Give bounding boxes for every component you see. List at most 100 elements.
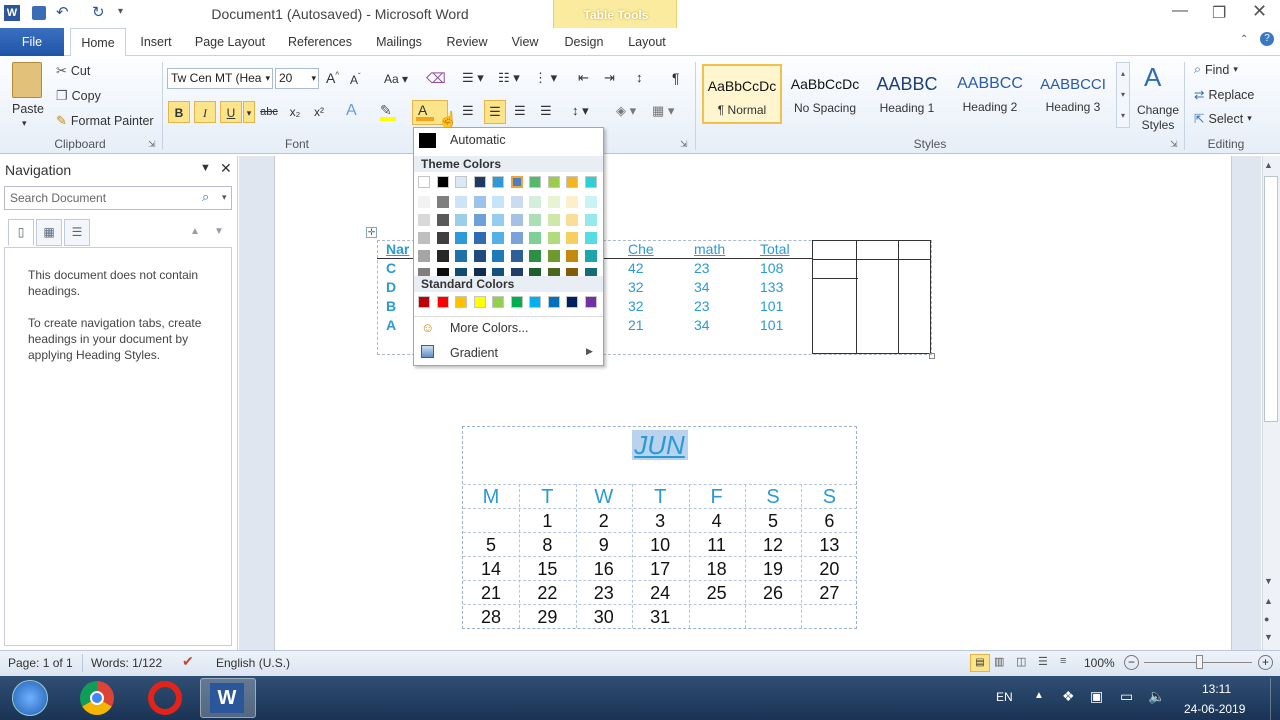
theme-shade-swatch[interactable] <box>584 214 597 226</box>
more-colors-option[interactable]: More Colors... <box>450 321 529 335</box>
calendar-date-cell[interactable]: 10 <box>632 535 688 556</box>
theme-shade-swatch[interactable] <box>510 214 523 226</box>
theme-shade-swatch[interactable] <box>436 214 449 226</box>
tab-mailings[interactable]: Mailings <box>368 28 430 56</box>
theme-shade-swatch[interactable] <box>529 250 541 262</box>
pane-options-icon[interactable]: ▼ <box>200 162 211 174</box>
browse-object-icon[interactable]: ● <box>1264 614 1269 624</box>
theme-shade-swatch[interactable] <box>418 214 430 226</box>
style-heading-3[interactable]: AABBCCI Heading 3 <box>1033 64 1113 124</box>
tab-page-layout[interactable]: Page Layout <box>190 28 270 56</box>
table-right-cells[interactable] <box>812 240 931 354</box>
zoom-out-icon[interactable]: − <box>1124 655 1139 670</box>
underline-dropdown-icon[interactable]: ▾ <box>243 101 255 123</box>
cut-button[interactable]: ✂ Cut <box>56 63 90 79</box>
styles-scroll[interactable]: ▴ ▾ ▾ <box>1116 62 1130 128</box>
show-desktop-button[interactable] <box>1270 678 1280 720</box>
shrink-font-button[interactable]: Aˇ <box>350 72 361 87</box>
proofing-icon[interactable]: ✔ <box>182 653 194 670</box>
minimize-icon[interactable]: — <box>1172 2 1188 20</box>
line-spacing-icon[interactable]: ↕ ▾ <box>572 103 589 119</box>
theme-shade-swatch[interactable] <box>510 232 523 244</box>
table-cell[interactable]: 23 <box>694 259 710 278</box>
close-pane-icon[interactable]: ✕ <box>220 160 232 177</box>
calendar-date-cell[interactable]: 21 <box>463 583 519 604</box>
calendar-date-cell[interactable]: 5 <box>745 511 801 532</box>
calendar-date-cell[interactable]: 11 <box>689 535 745 556</box>
theme-shade-swatch[interactable] <box>418 232 430 244</box>
bullets-icon[interactable]: ☰ ▾ <box>462 70 484 86</box>
theme-shade-swatch[interactable] <box>492 232 504 244</box>
table-cell[interactable]: 101 <box>760 316 783 335</box>
scroll-down-icon[interactable]: ▼ <box>1264 576 1273 586</box>
tab-design[interactable]: Design <box>556 28 612 56</box>
font-size-combo[interactable]: 20 ▾ <box>275 68 319 89</box>
table-move-handle-icon[interactable]: ✛ <box>366 227 377 238</box>
theme-shade-swatch[interactable] <box>584 196 597 208</box>
pages-tab-icon[interactable]: ▦ <box>36 219 62 246</box>
calendar-date-cell[interactable]: 19 <box>745 559 801 580</box>
results-tab-icon[interactable]: ☰ <box>64 219 90 246</box>
zoom-level[interactable]: 100% <box>1084 656 1115 670</box>
calendar-day-header[interactable]: F <box>689 486 745 509</box>
theme-shade-swatch[interactable] <box>566 214 578 226</box>
align-right-icon[interactable]: ☰ <box>514 103 526 119</box>
align-left-icon[interactable]: ☰ <box>462 103 474 119</box>
chrome-icon[interactable] <box>80 681 114 715</box>
theme-shade-swatch[interactable] <box>418 196 430 208</box>
theme-shade-swatch[interactable] <box>584 250 597 262</box>
table-cell[interactable]: 34 <box>694 316 710 335</box>
decrease-indent-icon[interactable]: ⇤ <box>578 70 589 86</box>
increase-indent-icon[interactable]: ⇥ <box>604 70 615 86</box>
style-heading-2[interactable]: AABBCC Heading 2 <box>950 64 1030 124</box>
standard-color-swatch[interactable] <box>455 296 467 308</box>
paste-button[interactable]: Paste <box>12 102 44 116</box>
theme-shade-swatch[interactable] <box>473 196 486 208</box>
theme-shade-swatch[interactable] <box>455 232 467 244</box>
language-status[interactable]: English (U.S.) <box>216 656 290 670</box>
previous-page-icon[interactable]: ▲ <box>1264 596 1273 606</box>
tab-view[interactable]: View <box>504 28 546 56</box>
opera-icon[interactable] <box>148 681 182 715</box>
previous-heading-icon[interactable]: ▲ <box>190 226 200 237</box>
calendar-date-cell[interactable]: 31 <box>632 607 688 628</box>
replace-button[interactable]: ⇄ Replace <box>1194 87 1254 103</box>
superscript-button[interactable]: x² <box>308 101 330 123</box>
calendar-date-cell[interactable]: 4 <box>689 511 745 532</box>
network-icon[interactable]: ▣ <box>1090 688 1103 705</box>
theme-shade-swatch[interactable] <box>455 196 467 208</box>
table-cell[interactable]: 23 <box>694 297 710 316</box>
align-center-icon[interactable]: ☰ <box>484 100 506 124</box>
gradient-option[interactable]: Gradient <box>450 346 498 360</box>
calendar-date-cell[interactable]: 5 <box>463 535 519 556</box>
minimize-ribbon-icon[interactable]: ⌃ <box>1240 34 1248 45</box>
calendar-day-header[interactable]: S <box>745 486 801 509</box>
paragraph-launcher-icon[interactable]: ⇲ <box>680 139 688 150</box>
draft-icon[interactable]: ≡ <box>1060 655 1066 667</box>
grow-font-button[interactable]: A^ <box>326 70 339 86</box>
standard-color-swatch[interactable] <box>492 296 504 308</box>
theme-color-swatch[interactable] <box>510 176 523 188</box>
theme-shade-swatch[interactable] <box>455 250 467 262</box>
theme-color-swatch[interactable] <box>529 176 541 188</box>
theme-color-swatch[interactable] <box>566 176 578 188</box>
table-cell[interactable]: A <box>386 316 396 335</box>
theme-shade-swatch[interactable] <box>473 232 486 244</box>
clock-time[interactable]: 13:11 <box>1202 682 1231 696</box>
calendar-date-cell[interactable]: 15 <box>519 559 575 580</box>
table-cell[interactable]: 34 <box>694 278 710 297</box>
full-screen-reading-icon[interactable]: ▥ <box>994 655 1004 668</box>
table-cell[interactable]: D <box>386 278 396 297</box>
tab-file[interactable]: File <box>0 28 64 56</box>
headings-tab-icon[interactable]: ▯ <box>8 219 34 246</box>
show-formatting-button[interactable]: ¶ <box>672 70 680 86</box>
scroll-up-icon[interactable]: ▲ <box>1264 160 1273 170</box>
search-options-icon[interactable]: ▾ <box>222 192 227 203</box>
table-resize-handle[interactable] <box>929 353 935 359</box>
automatic-color-option[interactable]: Automatic <box>450 133 506 147</box>
clipboard-launcher-icon[interactable]: ⇲ <box>148 139 156 150</box>
standard-color-swatch[interactable] <box>529 296 541 308</box>
theme-color-swatch[interactable] <box>584 176 597 188</box>
calendar-date-cell[interactable]: 23 <box>576 583 632 604</box>
select-button[interactable]: ⇱ Select ▾ <box>1194 111 1252 127</box>
